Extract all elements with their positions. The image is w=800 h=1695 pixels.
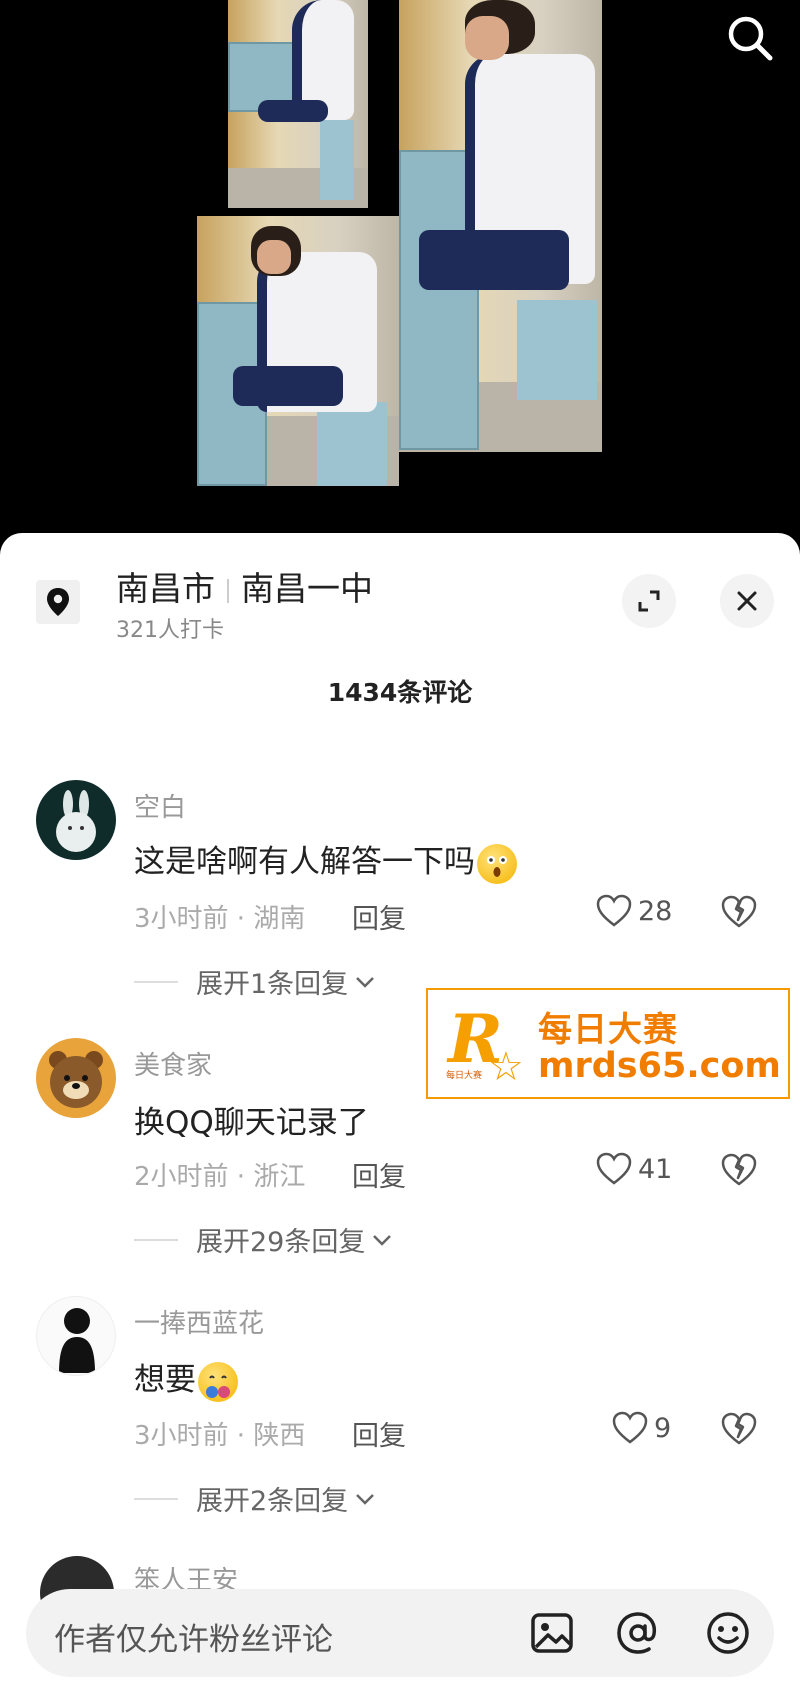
comment-text-content: 想要	[134, 1362, 196, 1398]
avatar[interactable]	[36, 1038, 116, 1118]
broken-heart-icon	[721, 895, 757, 928]
divider-line	[134, 1497, 178, 1500]
heart-icon	[596, 894, 632, 927]
hugging-emoji-icon	[198, 1361, 238, 1402]
broken-heart-icon	[721, 1153, 757, 1186]
location-checkins: 321人打卡	[116, 618, 224, 643]
expand-replies[interactable]: 展开1条回复	[134, 962, 378, 1001]
watermark-url: mrds65.com	[538, 1046, 781, 1086]
comment-meta: 2小时前 · 浙江	[134, 1162, 306, 1192]
video-player[interactable]	[0, 0, 800, 540]
chevron-down-icon	[356, 1493, 375, 1505]
screen: 南昌市 南昌一中 321人打卡 1434条评论 空白 这是啥啊有人解答一下吗 3小…	[0, 0, 800, 1695]
chevron-down-icon	[373, 1234, 392, 1246]
broken-heart-icon	[721, 1412, 757, 1445]
like-count: 28	[638, 895, 673, 927]
comment-meta: 3小时前 · 陕西	[134, 1421, 306, 1451]
expand-replies-label: 展开2条回复	[196, 1486, 349, 1517]
watermark-title: 每日大赛	[538, 1010, 678, 1050]
comment-text-content: 这是啥啊有人解答一下吗	[134, 844, 475, 880]
dislike-button[interactable]	[720, 1411, 760, 1451]
location-divider	[227, 578, 229, 603]
emoji-icon[interactable]	[704, 1609, 752, 1657]
close-icon	[737, 591, 757, 611]
heart-icon	[612, 1411, 648, 1444]
expand-replies-label: 展开29条回复	[196, 1227, 366, 1258]
reply-button[interactable]: 回复	[352, 1155, 406, 1194]
expand-button[interactable]	[622, 574, 676, 628]
image-icon[interactable]	[528, 1609, 576, 1657]
video-frame-1	[228, 0, 368, 208]
like-button[interactable]: 41	[596, 1152, 672, 1186]
divider-line	[134, 980, 178, 983]
location-city: 南昌市	[116, 569, 215, 608]
comment-meta: 3小时前 · 湖南	[134, 904, 306, 934]
like-count: 41	[638, 1153, 673, 1185]
at-icon[interactable]	[614, 1609, 662, 1657]
comment-username[interactable]: 美食家	[134, 1045, 212, 1082]
expand-icon	[638, 590, 660, 612]
chevron-down-icon	[356, 976, 375, 988]
divider-line	[134, 1238, 178, 1241]
comment-text: 这是啥啊有人解答一下吗	[134, 836, 517, 884]
astonished-emoji-icon	[477, 843, 517, 884]
comment-username[interactable]: 空白	[134, 787, 186, 824]
comment-text: 想要	[134, 1354, 238, 1402]
location-place: 南昌一中	[241, 569, 373, 608]
avatar[interactable]	[36, 1296, 116, 1376]
location-title[interactable]: 南昌市 南昌一中	[116, 562, 373, 610]
expand-replies[interactable]: 展开2条回复	[134, 1479, 378, 1518]
watermark: R ☆ 每日大赛 每日大赛 mrds65.com	[426, 988, 790, 1099]
comments-count: 1434条评论	[327, 678, 473, 707]
expand-replies-label: 展开1条回复	[196, 969, 349, 1000]
expand-replies[interactable]: 展开29条回复	[134, 1220, 395, 1259]
like-button[interactable]: 9	[612, 1411, 671, 1445]
location-pin-icon	[36, 580, 80, 624]
reply-button[interactable]: 回复	[352, 897, 406, 936]
heart-icon	[596, 1152, 632, 1185]
comment-input-placeholder: 作者仅允许粉丝评论	[54, 1622, 333, 1658]
avatar[interactable]	[36, 780, 116, 860]
video-frame-2	[197, 216, 399, 486]
search-icon[interactable]	[720, 8, 780, 68]
like-count: 9	[654, 1412, 672, 1444]
comment-username[interactable]: 一捧西蓝花	[134, 1303, 264, 1340]
dislike-button[interactable]	[720, 1152, 760, 1192]
like-button[interactable]: 28	[596, 894, 672, 928]
dislike-button[interactable]	[720, 894, 760, 934]
reply-button[interactable]: 回复	[352, 1414, 406, 1453]
watermark-logo-small: 每日大赛	[446, 1071, 483, 1081]
star-icon: ☆	[488, 1044, 524, 1090]
close-button[interactable]	[720, 574, 774, 628]
video-frame-3	[399, 0, 602, 452]
comment-text: 换QQ聊天记录了	[134, 1105, 369, 1141]
